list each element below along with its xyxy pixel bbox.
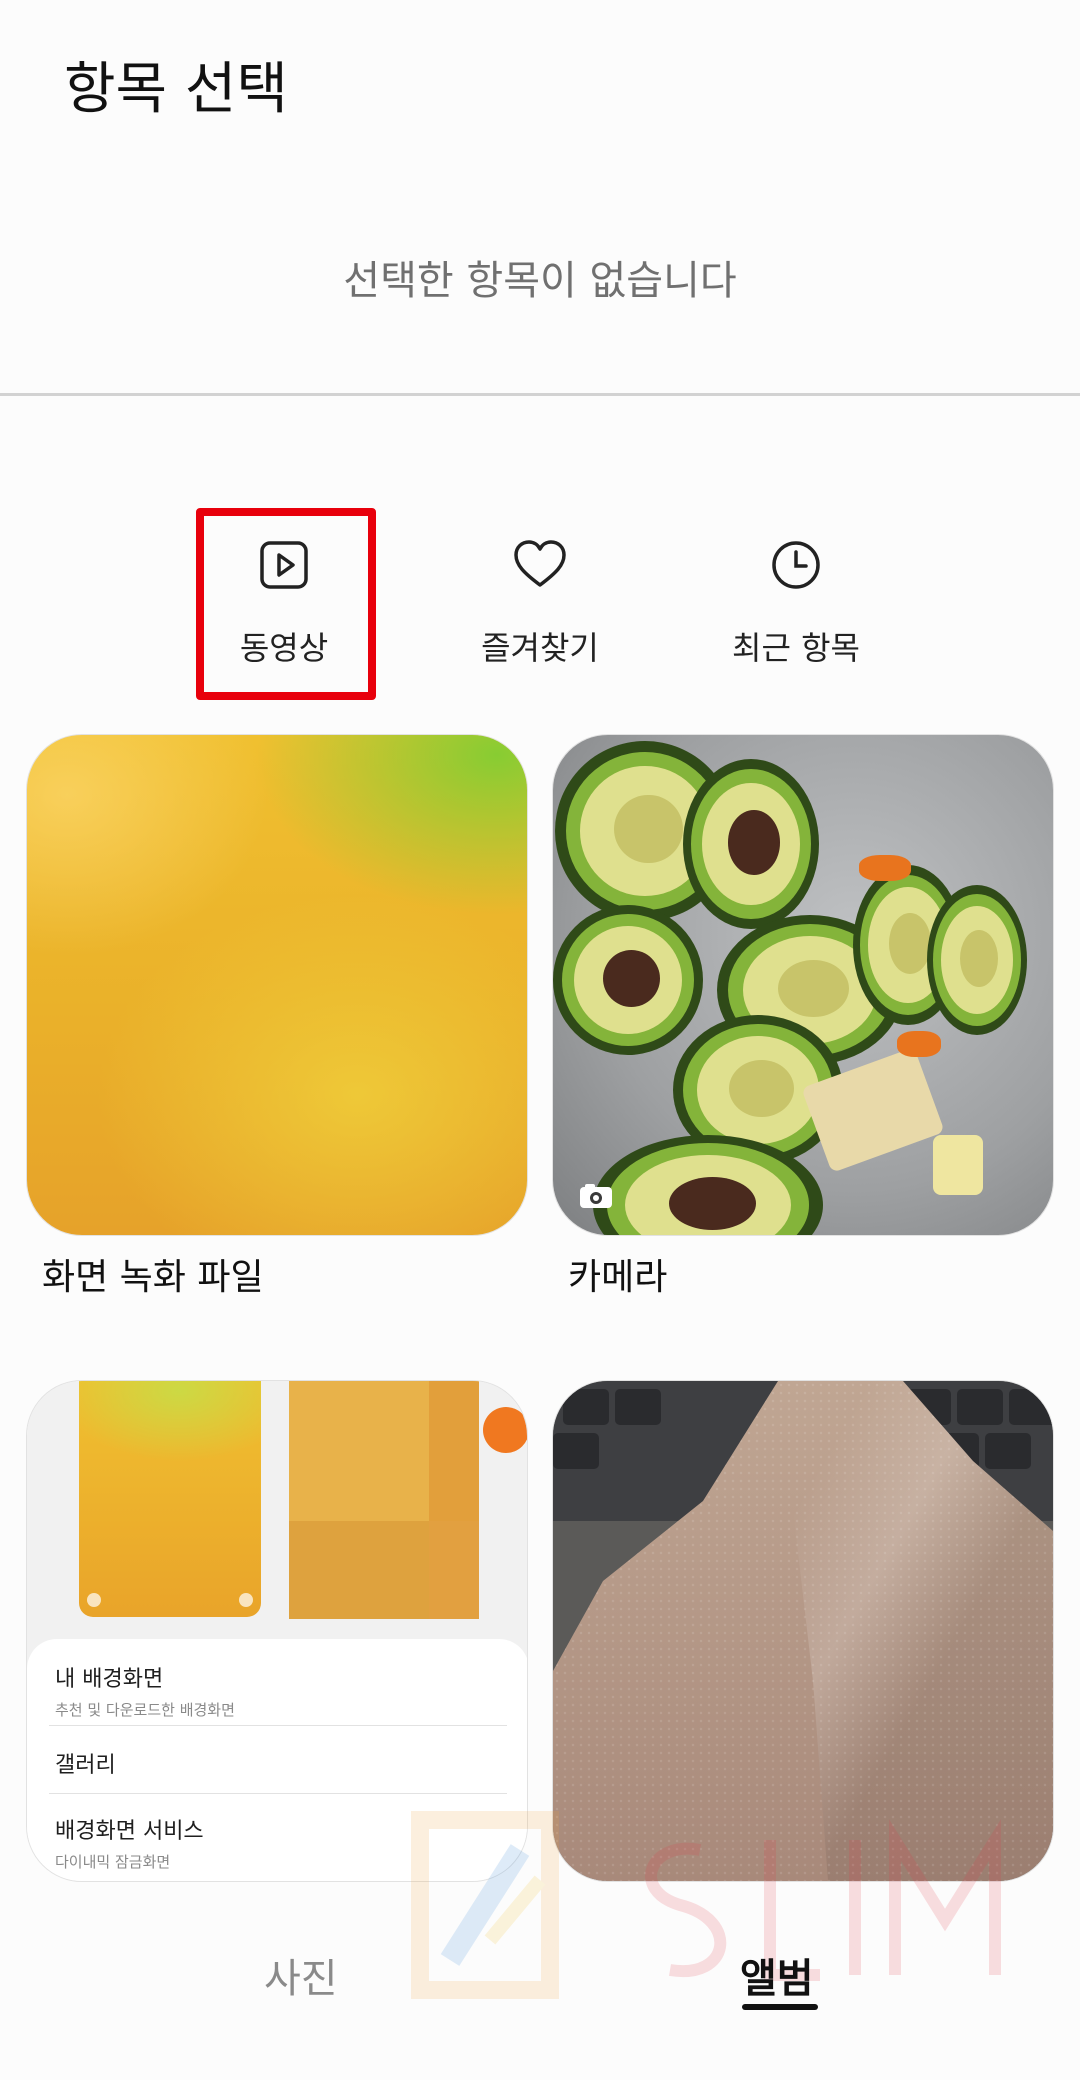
divider: [0, 393, 1080, 396]
tab-selected-indicator: [742, 2004, 818, 2010]
wallpaper-menu-title: 갤러리: [55, 1753, 116, 1778]
heart-icon: [510, 535, 570, 595]
wallpaper-menu-title: 내 배경화면: [55, 1667, 164, 1692]
album-name: 카메라: [568, 1257, 668, 1298]
album-camera[interactable]: [552, 734, 1054, 1236]
album-thumbnail: [553, 1381, 1053, 1881]
selection-empty-message: 선택한 항목이 없습니다: [343, 258, 737, 304]
filter-favorites-button[interactable]: 즐겨찾기: [420, 505, 660, 705]
wallpaper-menu-subtitle: 다이내믹 잠금화면: [55, 1853, 171, 1871]
clock-icon: [766, 535, 826, 595]
filter-recent-label: 최근 항목: [732, 629, 860, 667]
album-thumbnail: [553, 735, 1053, 1235]
album-photos[interactable]: [552, 1380, 1054, 1882]
filter-recent-button[interactable]: 최근 항목: [676, 505, 916, 705]
wallpaper-menu-title: 배경화면 서비스: [55, 1819, 204, 1844]
page-title: 항목 선택: [64, 57, 288, 122]
album-name: 화면 녹화 파일: [42, 1257, 264, 1298]
video-play-icon: [254, 535, 314, 595]
album-thumbnail: 내 배경화면 추천 및 다운로드한 배경화면 갤러리 배경화면 서비스 다이내믹…: [27, 1381, 527, 1881]
filter-favorites-label: 즐겨찾기: [481, 629, 599, 667]
tab-photos[interactable]: 사진: [264, 1946, 338, 2004]
album-screen-recordings[interactable]: [26, 734, 528, 1236]
album-wallpapers[interactable]: 내 배경화면 추천 및 다운로드한 배경화면 갤러리 배경화면 서비스 다이내믹…: [26, 1380, 528, 1882]
album-thumbnail: [27, 735, 527, 1235]
wallpaper-menu-subtitle: 추천 및 다운로드한 배경화면: [55, 1701, 235, 1719]
tab-albums[interactable]: 앨범: [740, 1946, 814, 2004]
camera-icon: [579, 1183, 613, 1209]
filter-videos-label: 동영상: [239, 629, 329, 667]
new-badge: [483, 1407, 527, 1453]
filter-videos-button[interactable]: 동영상: [164, 505, 404, 705]
